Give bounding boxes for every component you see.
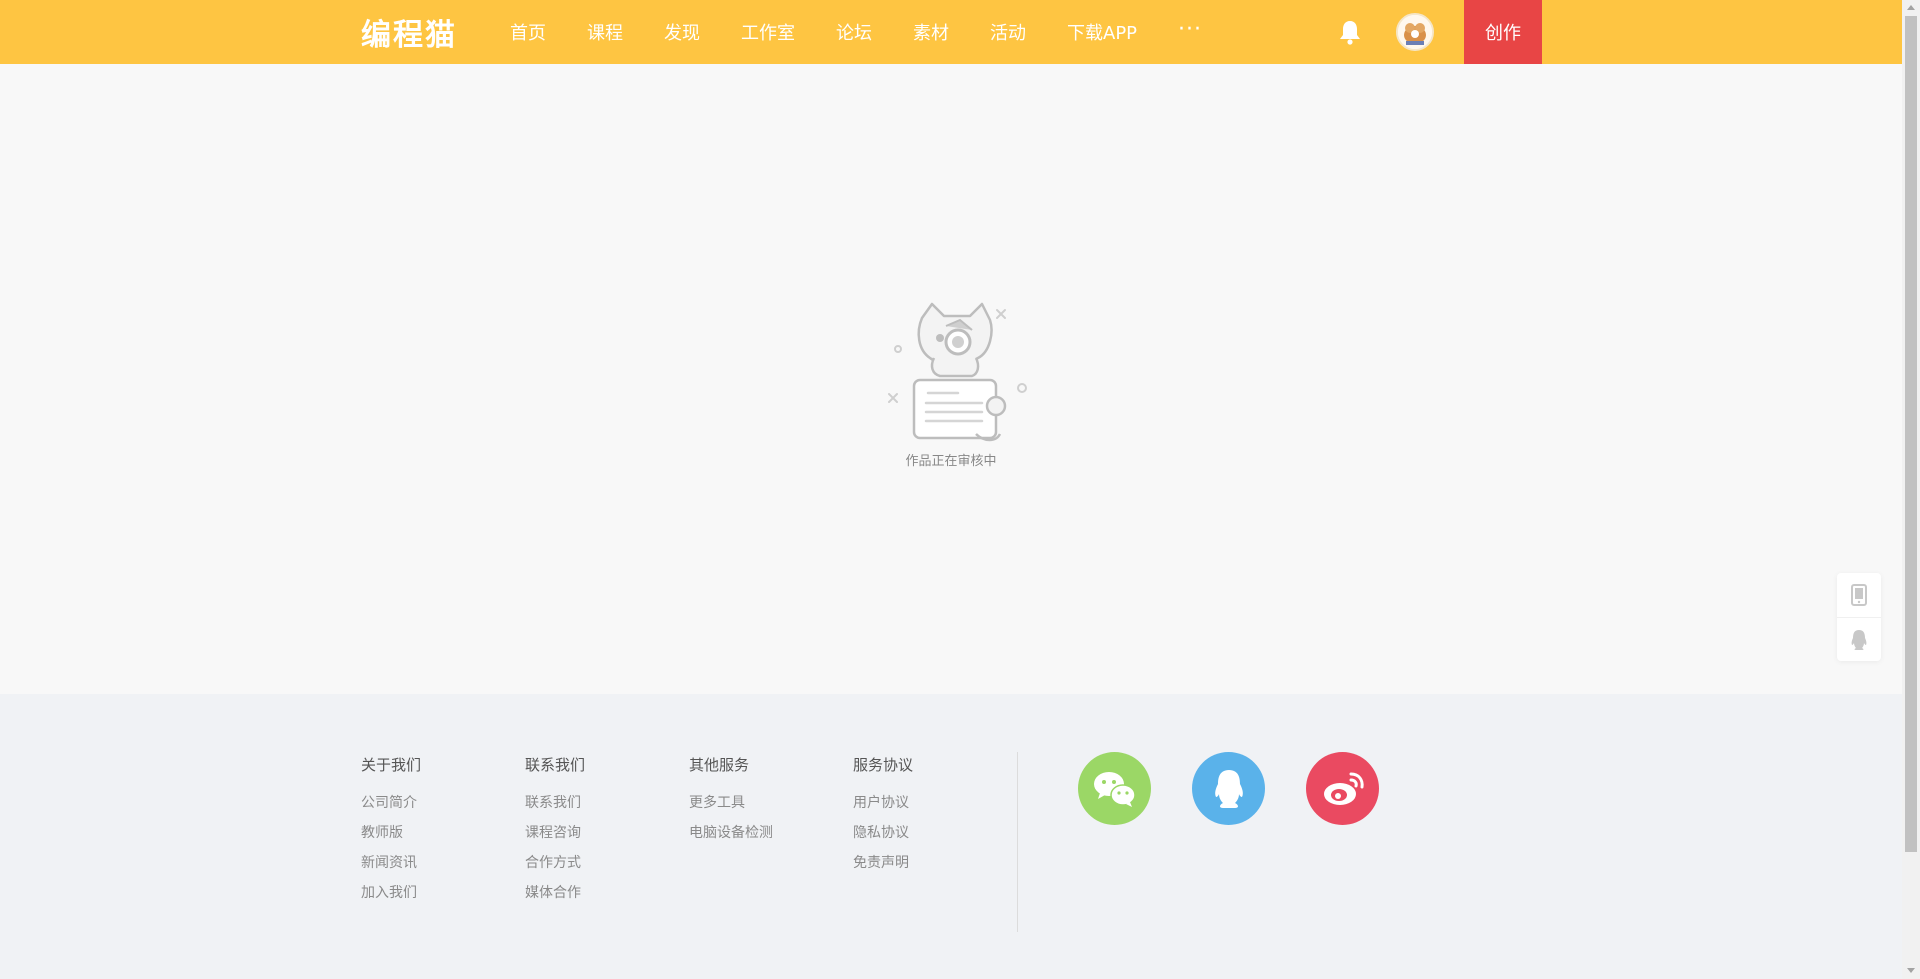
wechat-icon[interactable]	[1078, 752, 1151, 825]
footer-link[interactable]: 加入我们	[361, 883, 421, 913]
nav-more-button[interactable]: ···	[1178, 17, 1202, 42]
reviewing-illustration	[860, 296, 1040, 476]
qq-icon[interactable]	[1837, 617, 1881, 661]
nav-item-forum[interactable]: 论坛	[836, 19, 872, 45]
footer-link[interactable]: 媒体合作	[525, 883, 585, 913]
footer-col-agreements: 服务协议 用户协议 隐私协议 免责声明	[853, 754, 913, 883]
footer-link[interactable]: 更多工具	[689, 793, 773, 823]
footer-link[interactable]: 新闻资讯	[361, 853, 421, 883]
footer-link[interactable]: 合作方式	[525, 853, 585, 883]
footer-link[interactable]: 电脑设备检测	[689, 823, 773, 853]
nav-item-studio[interactable]: 工作室	[741, 19, 795, 45]
footer: 关于我们 公司简介 教师版 新闻资讯 加入我们 联系我们 联系我们 课程咨询 合…	[0, 694, 1902, 979]
footer-divider	[1017, 752, 1018, 932]
footer-col-contact: 联系我们 联系我们 课程咨询 合作方式 媒体合作	[525, 754, 585, 913]
scroll-down-arrow-icon[interactable]	[1907, 968, 1915, 973]
footer-link[interactable]: 用户协议	[853, 793, 913, 823]
side-widget	[1837, 573, 1881, 661]
nav-item-courses[interactable]: 课程	[587, 19, 623, 45]
mobile-icon[interactable]	[1837, 573, 1881, 617]
footer-col-about: 关于我们 公司简介 教师版 新闻资讯 加入我们	[361, 754, 421, 913]
top-header: 编程猫 首页 课程 发现 工作室 论坛 素材 活动 下载APP ··· 创作	[0, 0, 1902, 64]
footer-col-title: 其他服务	[689, 756, 750, 774]
footer-col-title: 服务协议	[853, 756, 914, 774]
footer-link[interactable]: 课程咨询	[525, 823, 585, 853]
scroll-up-arrow-icon[interactable]	[1907, 5, 1915, 10]
footer-link[interactable]: 免责声明	[853, 853, 913, 883]
footer-link[interactable]: 隐私协议	[853, 823, 913, 853]
main-nav: 首页 课程 发现 工作室 论坛 素材 活动 下载APP ···	[510, 0, 1202, 64]
review-status-text: 作品正在审核中	[905, 454, 997, 469]
create-button[interactable]: 创作	[1464, 0, 1542, 64]
nav-item-discover[interactable]: 发现	[664, 19, 700, 45]
footer-col-services: 其他服务 更多工具 电脑设备检测	[689, 754, 773, 853]
nav-item-download-app[interactable]: 下载APP	[1067, 19, 1137, 45]
logo[interactable]: 编程猫	[361, 13, 457, 53]
footer-col-title: 关于我们	[361, 756, 422, 774]
avatar[interactable]	[1396, 13, 1434, 51]
footer-link[interactable]: 联系我们	[525, 793, 585, 823]
weibo-icon[interactable]	[1306, 752, 1379, 825]
nav-item-materials[interactable]: 素材	[913, 19, 949, 45]
nav-item-home[interactable]: 首页	[510, 19, 546, 45]
qq-icon[interactable]	[1192, 752, 1265, 825]
footer-link[interactable]: 教师版	[361, 823, 421, 853]
footer-col-title: 联系我们	[525, 756, 586, 774]
bell-icon[interactable]	[1337, 18, 1363, 46]
footer-link[interactable]: 公司简介	[361, 793, 421, 823]
page-scrollbar[interactable]	[1902, 0, 1920, 979]
nav-item-activities[interactable]: 活动	[990, 19, 1026, 45]
scroll-thumb[interactable]	[1905, 16, 1917, 852]
